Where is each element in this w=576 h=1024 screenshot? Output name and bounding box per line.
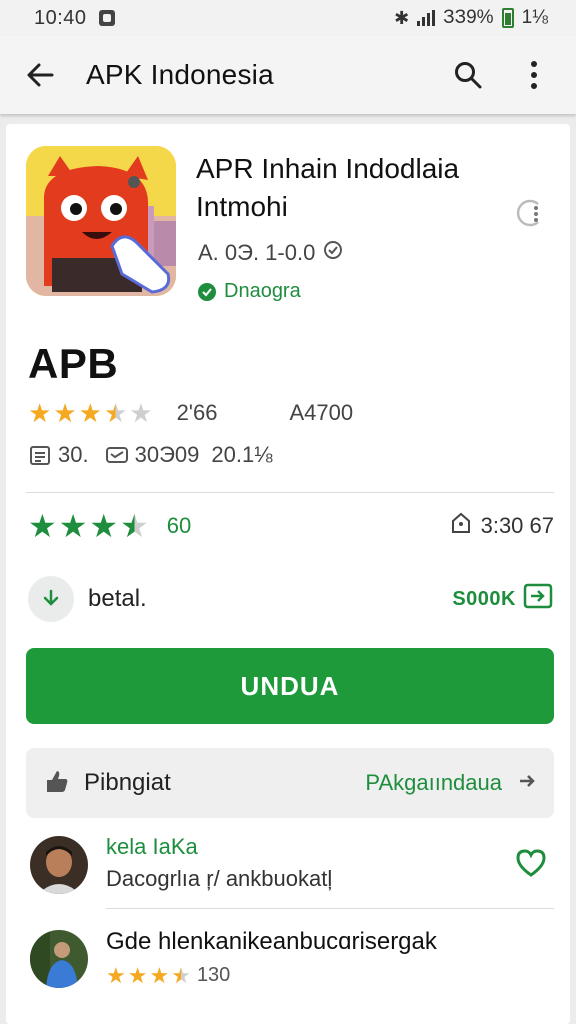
app-heading: APB xyxy=(28,340,119,387)
review-text: Dacogrlıa ŗ/ ankbuokatļ xyxy=(106,866,333,891)
notification-icon xyxy=(98,10,115,26)
reviews-link-text: PAkgaıındaua xyxy=(365,770,502,795)
rating-stars: ★ ★ ★ ★ ★ xyxy=(28,400,153,426)
battery-icon xyxy=(501,8,514,28)
app-detail-card: APR Inhain Indodlaia Intmohi A. 0Э. 1-0.… xyxy=(6,124,570,1024)
heart-icon[interactable] xyxy=(514,846,548,880)
app-name: APR Inhain Indodlaia Intmohi xyxy=(196,153,460,222)
score-row: ★ ★ ★ ★ 60 3:30 67 xyxy=(28,510,554,542)
more-vert-icon[interactable] xyxy=(516,57,552,93)
battery-text: ЗЗ9% xyxy=(443,7,494,28)
page-title: APK Indonesia xyxy=(86,59,274,90)
review-rating: ★ ★ ★ ★ 130 xyxy=(106,964,230,987)
mail-icon xyxy=(105,443,129,467)
star-icon: ★ xyxy=(78,398,102,428)
score-stars: ★ ★ ★ ★ xyxy=(28,510,149,542)
share-button[interactable]: S000K xyxy=(452,582,554,616)
time-value: 3:30 67 xyxy=(480,513,554,538)
meta-row: 30. 30Э09 20.1⅛ xyxy=(28,442,273,468)
star-icon: ★ xyxy=(149,962,170,988)
star-icon: ★ xyxy=(127,962,148,988)
reviewer-name: kela IaKa xyxy=(106,834,198,859)
detail-row: betal. S000K xyxy=(28,576,554,622)
share-label: S000K xyxy=(452,587,516,610)
verified-icon xyxy=(198,282,216,301)
chevron-right-icon xyxy=(518,770,536,796)
info-icon[interactable] xyxy=(514,198,544,228)
star-empty-icon: ★ xyxy=(129,398,153,428)
status-time: 10:40 xyxy=(34,6,87,29)
signal-icon xyxy=(417,10,436,26)
meta-date: 30Э09 xyxy=(134,442,200,467)
calendar-icon xyxy=(28,443,52,467)
app-bar: APK Indonesia xyxy=(0,36,576,114)
meta-percent: 20.1⅛ xyxy=(211,442,273,467)
divider xyxy=(26,492,554,493)
time-info: 3:30 67 xyxy=(449,511,554,541)
rating-row: ★ ★ ★ ★ ★ 2'66 A4700 xyxy=(28,400,353,426)
app-version: A. 0Э. 1-0.0 xyxy=(198,240,343,266)
review-count: 130 xyxy=(196,964,231,986)
developer[interactable]: Dnaogra xyxy=(198,280,301,303)
developer-name: Dnaogra xyxy=(224,280,301,302)
star-icon: ★ xyxy=(28,508,57,544)
star-half-icon: ★ xyxy=(120,508,149,544)
star-icon: ★ xyxy=(106,962,126,988)
app-icon[interactable] xyxy=(26,146,176,296)
reviews-link[interactable]: PAkgaıındaua xyxy=(365,770,536,796)
detail-label[interactable]: betal. xyxy=(88,585,147,613)
home-icon xyxy=(449,511,473,541)
thumb-icon xyxy=(44,768,70,799)
star-icon: ★ xyxy=(53,398,77,428)
download-icon[interactable] xyxy=(28,576,74,622)
clock-icon xyxy=(323,240,343,266)
app-bar-actions xyxy=(450,57,552,93)
star-icon: ★ xyxy=(28,398,52,428)
score-value: 60 xyxy=(166,513,192,538)
reviews-section-bar[interactable]: Pibngiat PAkgaıındaua xyxy=(26,748,554,818)
bluetooth-icon: ✱ xyxy=(394,7,410,28)
review-stars: ★ ★ ★ ★ xyxy=(106,962,191,988)
rating-count: 2'66 xyxy=(176,400,218,425)
version-text: A. 0Э. 1-0.0 xyxy=(198,240,316,265)
star-half-icon: ★ xyxy=(103,398,128,428)
share-icon xyxy=(522,582,554,616)
meta-size: 30. xyxy=(58,442,89,467)
review-title: Gde hlenkanikeanbucɑrisergak xyxy=(106,928,437,955)
review-item: Gde hlenkanikeanbucɑrisergak ★ ★ ★ ★ 130 xyxy=(26,924,554,1004)
download-count: A4700 xyxy=(289,400,354,425)
avatar[interactable] xyxy=(30,930,88,988)
reviews-label: Pibngiat xyxy=(84,769,171,796)
star-half-icon: ★ xyxy=(171,962,191,988)
star-icon: ★ xyxy=(58,508,88,544)
star-icon: ★ xyxy=(89,508,119,544)
divider xyxy=(106,908,554,909)
status-bar: 10:40 ✱ ЗЗ9% 1⅛ xyxy=(0,0,576,36)
search-icon[interactable] xyxy=(450,57,486,93)
avatar[interactable] xyxy=(30,836,88,894)
install-button[interactable]: UNDUA xyxy=(26,648,554,724)
status-extra: 1⅛ xyxy=(521,7,548,28)
back-arrow-icon[interactable] xyxy=(24,55,64,95)
status-right: ✱ ЗЗ9% 1⅛ xyxy=(394,7,548,29)
review-item: kela IaKa Dacogrlıa ŗ/ ankbuokatļ xyxy=(26,834,554,910)
